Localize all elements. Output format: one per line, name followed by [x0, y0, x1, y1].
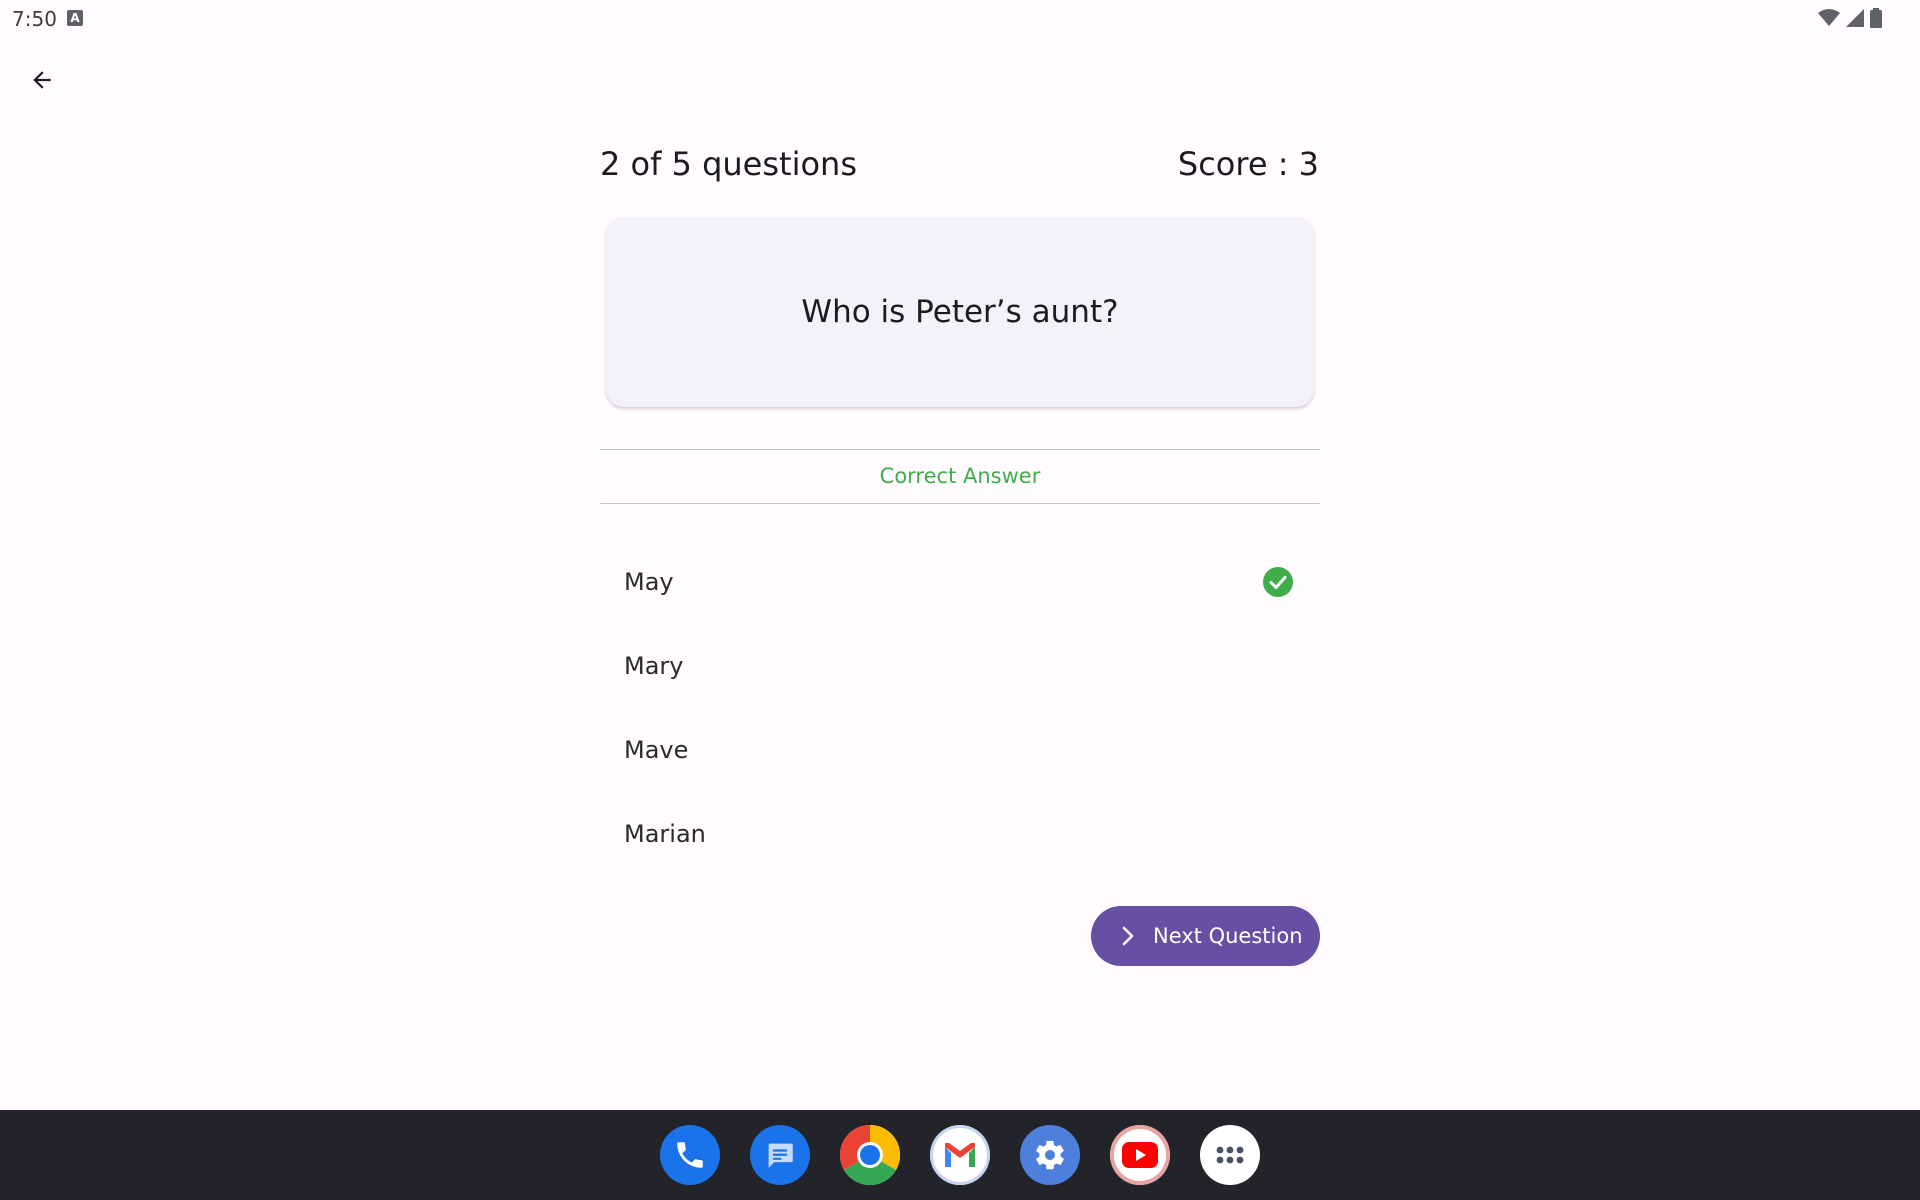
back-button[interactable] [22, 60, 62, 100]
option-mave[interactable]: Mave [600, 708, 1320, 792]
chrome-app[interactable] [840, 1125, 900, 1185]
option-label: Mave [624, 736, 689, 764]
option-label: May [624, 568, 674, 596]
answer-feedback: Correct Answer [879, 464, 1041, 488]
battery-icon [1870, 8, 1882, 28]
phone-app[interactable] [660, 1125, 720, 1185]
messages-app[interactable] [750, 1125, 810, 1185]
question-card: Who is Peter’s aunt? [606, 217, 1314, 407]
option-label: Mary [624, 652, 684, 680]
question-text: Who is Peter’s aunt? [801, 294, 1119, 330]
arrow-back-icon [33, 71, 51, 89]
next-question-label: Next Question [1153, 924, 1303, 948]
option-label: Marian [624, 820, 706, 848]
divider [600, 503, 1320, 504]
wifi-icon [1818, 9, 1840, 26]
status-bar: 7:50 A [0, 0, 1920, 36]
app-drawer-icon [1216, 1146, 1244, 1164]
chevron-right-icon [1122, 926, 1134, 946]
next-question-button[interactable]: Next Question [1091, 906, 1320, 966]
gmail-icon [945, 1143, 975, 1167]
phone-icon [677, 1142, 703, 1168]
app-dock [660, 1125, 1260, 1185]
status-icons [1818, 8, 1882, 28]
check-circle-icon [1263, 567, 1293, 597]
youtube-icon [1122, 1142, 1158, 1168]
settings-icon [1036, 1140, 1064, 1170]
app-drawer-button[interactable] [1200, 1125, 1260, 1185]
keyboard-indicator-icon: A [67, 10, 83, 26]
answer-options: May Mary Mave Marian [600, 540, 1320, 876]
score-label: Score : 3 [1177, 145, 1319, 183]
youtube-app[interactable] [1110, 1125, 1170, 1185]
option-may[interactable]: May [600, 540, 1320, 624]
option-mary[interactable]: Mary [600, 624, 1320, 708]
settings-app[interactable] [1020, 1125, 1080, 1185]
messages-icon [768, 1143, 793, 1168]
status-time: 7:50 [12, 7, 57, 31]
divider [600, 449, 1320, 450]
question-progress: 2 of 5 questions [600, 145, 857, 183]
gmail-app[interactable] [930, 1125, 990, 1185]
chrome-icon [840, 1125, 900, 1185]
option-marian[interactable]: Marian [600, 792, 1320, 876]
signal-icon [1846, 9, 1864, 27]
